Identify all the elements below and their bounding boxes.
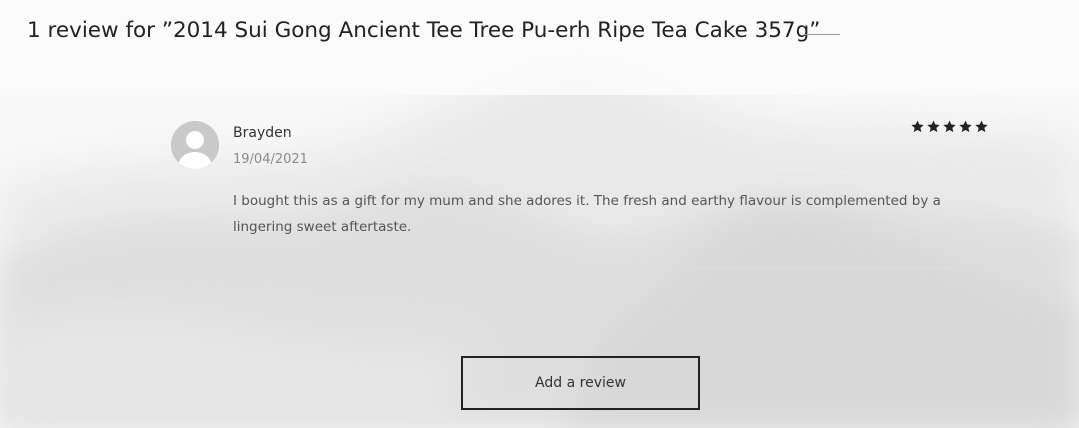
- review-date: 19/04/2021: [233, 152, 308, 167]
- star-rating: [910, 119, 992, 135]
- star-icon: [975, 120, 988, 133]
- user-avatar-icon: [171, 121, 219, 169]
- review-author: Brayden: [233, 125, 292, 141]
- reviews-section: 1 review for ”2014 Sui Gong Ancient Tee …: [0, 0, 1079, 428]
- star-icon: [959, 120, 972, 133]
- star-icon: [943, 120, 956, 133]
- star-icon: [911, 120, 924, 133]
- reviews-title: 1 review for ”2014 Sui Gong Ancient Tee …: [27, 18, 821, 43]
- star-icon: [927, 120, 940, 133]
- review-divider: [233, 267, 991, 268]
- review-text: I bought this as a gift for my mum and s…: [233, 193, 941, 235]
- add-review-button[interactable]: Add a review: [461, 356, 700, 410]
- title-decorative-line: [804, 34, 840, 35]
